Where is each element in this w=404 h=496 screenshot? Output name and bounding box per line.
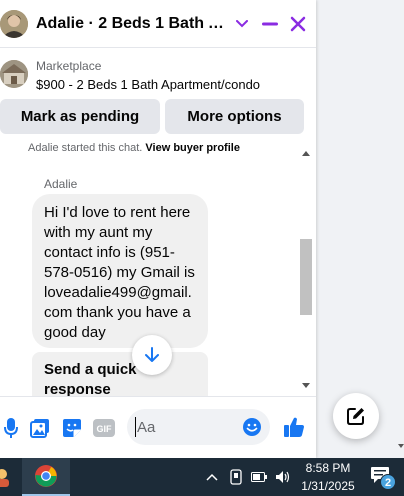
compose-icon	[347, 408, 364, 425]
message-input[interactable]	[135, 417, 235, 437]
chrome-icon	[35, 465, 57, 487]
mark-as-pending-button[interactable]: Mark as pending	[0, 99, 160, 134]
sender-name: Adalie	[44, 177, 78, 191]
like-icon[interactable]	[282, 415, 306, 439]
chat-title[interactable]: Adalie · 2 Beds 1 Bath Apar...	[36, 15, 234, 33]
minimize-icon[interactable]	[260, 14, 280, 34]
taskbar-app-icon[interactable]	[0, 458, 14, 496]
message-bubble: Hi I'd love to rent here with my aunt my…	[32, 194, 208, 348]
view-buyer-profile-link[interactable]: View buyer profile	[145, 142, 240, 154]
scroll-to-bottom-button[interactable]	[132, 335, 172, 375]
message-thread: Adalie started this chat. View buyer pro…	[0, 140, 300, 396]
device-icon[interactable]	[228, 469, 244, 485]
marketplace-listing[interactable]: Marketplace $900 - 2 Beds 1 Bath Apartme…	[0, 56, 316, 96]
chat-header: Adalie · 2 Beds 1 Bath Apar...	[0, 0, 316, 48]
chat-window: Adalie · 2 Beds 1 Bath Apar... Marketpla…	[0, 0, 316, 458]
chat-started-notice: Adalie started this chat. View buyer pro…	[28, 142, 240, 154]
scroll-down-arrow-icon[interactable]	[398, 444, 404, 448]
mic-icon[interactable]	[0, 417, 22, 439]
windows-taskbar: 8:58 PM 1/31/2025 2	[0, 458, 404, 496]
sticker-icon[interactable]	[61, 417, 83, 439]
more-options-button[interactable]: More options	[165, 99, 304, 134]
scroll-up-arrow-icon[interactable]	[302, 151, 310, 156]
listing-title: $900 - 2 Beds 1 Bath Apartment/condo	[36, 77, 261, 92]
avatar[interactable]	[0, 10, 28, 38]
close-icon[interactable]	[288, 14, 308, 34]
arrow-down-icon	[145, 347, 159, 362]
gif-icon[interactable]: GIF	[92, 417, 116, 439]
photo-icon[interactable]	[29, 417, 51, 439]
listing-thumbnail	[0, 60, 28, 88]
message-composer: GIF	[0, 396, 316, 458]
message-input-box[interactable]	[127, 409, 270, 445]
notification-badge: 2	[380, 474, 396, 490]
clock-time[interactable]: 8:58 PM	[300, 461, 356, 475]
gif-label: GIF	[97, 424, 113, 434]
quick-response-card[interactable]: Send a quick response	[32, 352, 208, 396]
chrome-taskbar-button[interactable]	[22, 458, 70, 496]
notification-center-button[interactable]: 2	[370, 466, 398, 490]
scroll-down-arrow-icon[interactable]	[302, 383, 310, 388]
battery-icon[interactable]	[251, 469, 267, 485]
thread-scrollbar[interactable]	[298, 145, 314, 393]
chevron-up-icon[interactable]	[204, 469, 220, 485]
clock-date[interactable]: 1/31/2025	[296, 479, 360, 493]
listing-label: Marketplace	[36, 59, 102, 73]
chat-started-text: Adalie started this chat.	[28, 142, 143, 154]
volume-icon[interactable]	[275, 469, 291, 485]
chevron-down-icon[interactable]	[232, 14, 252, 34]
emoji-icon[interactable]	[242, 417, 262, 437]
scrollbar-thumb[interactable]	[300, 239, 312, 315]
new-message-button[interactable]	[333, 393, 379, 439]
